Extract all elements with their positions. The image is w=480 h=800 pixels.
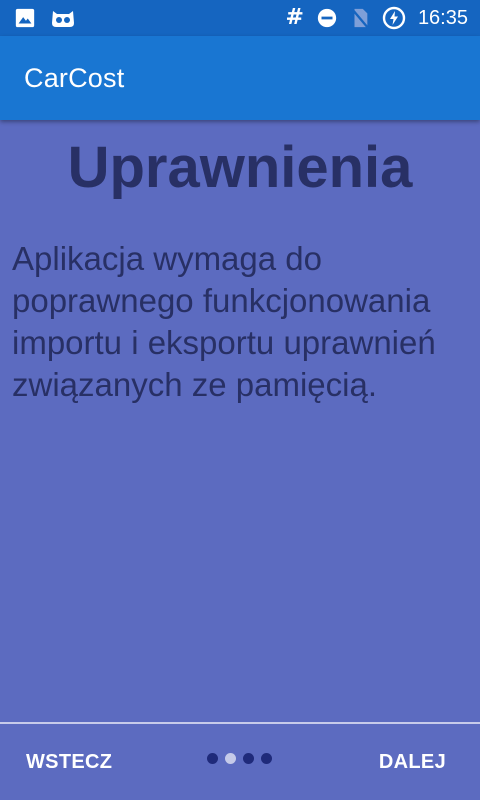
page-title: Uprawnienia (67, 135, 413, 200)
do-not-disturb-icon (316, 7, 338, 29)
app-title: CarCost (24, 62, 125, 93)
page-indicator-dot (225, 752, 236, 764)
status-time: 16:35 (417, 7, 468, 29)
next-button[interactable]: DALEJ (379, 724, 446, 800)
page-indicator-dot (243, 752, 254, 764)
image-icon (14, 7, 36, 29)
intro-navigation-bar: WSTECZ DALEJ (0, 722, 480, 800)
app-bar: CarCost (0, 36, 480, 120)
status-left-icons (14, 7, 76, 29)
page-indicator-dot (207, 752, 218, 764)
intro-slide-content: Uprawnienia Aplikacja wymaga do poprawne… (0, 120, 480, 722)
hash-icon: # (285, 5, 304, 30)
status-bar: # 16:35 (0, 0, 480, 36)
no-sim-icon (350, 7, 370, 29)
battery-charging-icon (382, 6, 406, 30)
page-indicator (207, 720, 272, 796)
page-description: Aplikacja wymaga do poprawnego funkcjono… (12, 240, 436, 403)
robot-face-icon (50, 7, 76, 29)
status-right-icons: # 16:35 (285, 5, 468, 30)
page-indicator-dot (261, 752, 272, 764)
back-button[interactable]: WSTECZ (26, 724, 112, 800)
